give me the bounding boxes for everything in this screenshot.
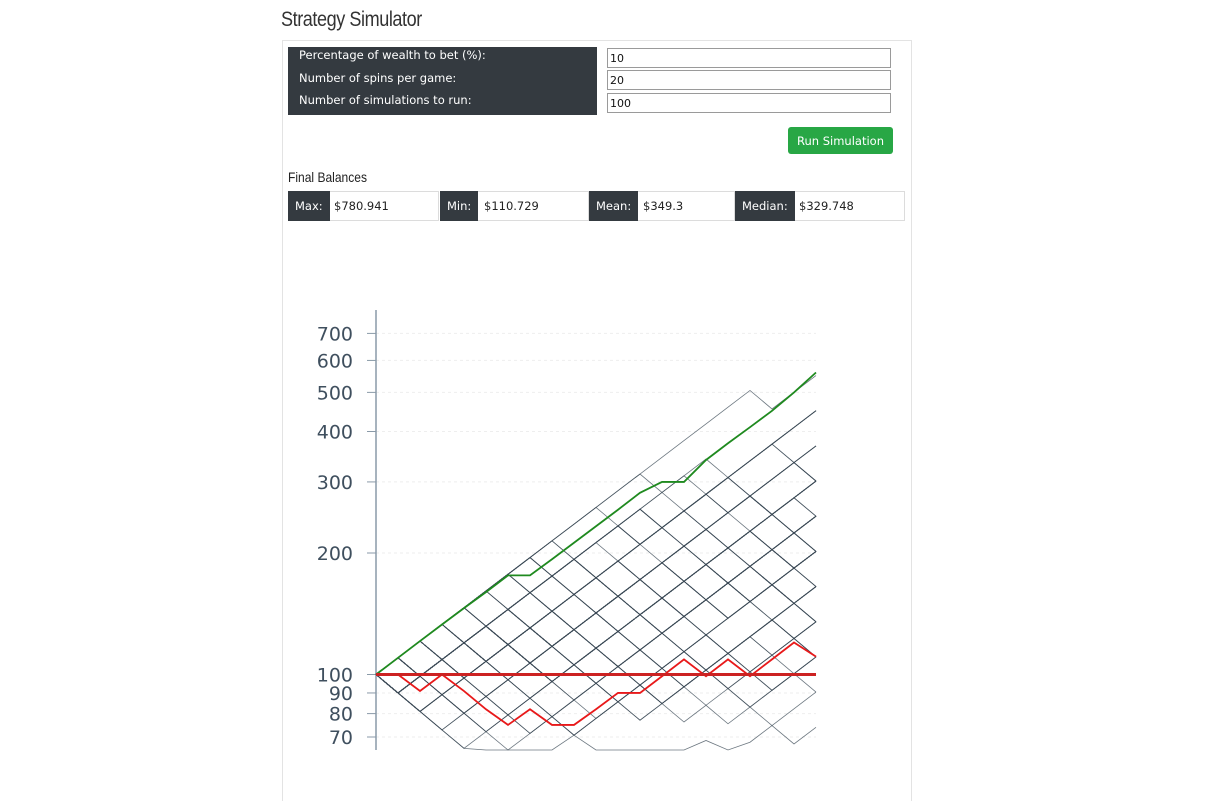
run-simulation-button[interactable]: Run Simulation [788,127,893,154]
y-tick-label: 600 [317,350,353,372]
simulation-line [375,513,817,675]
simulation-line [375,584,817,718]
stat-max-value: $780.941 [334,199,389,213]
stat-mean-value: $349.3 [643,199,684,213]
simulation-line [375,462,817,675]
simulation-line [375,513,817,694]
bet-percent-label: Percentage of wealth to bet (%): [299,48,486,62]
simulation-line [375,508,817,675]
simulation-line [375,562,817,679]
simulation-line [375,513,817,694]
simulation-line [375,621,817,712]
max-series-line [375,371,817,676]
spins-label: Number of spins per game: [299,71,457,85]
simulation-line [375,443,817,675]
simulation-line [375,510,817,675]
simulation-line [375,515,817,675]
simulation-line [375,480,817,694]
stat-min-label: Min: [440,191,479,221]
stat-median-label: Median: [735,191,795,221]
simulation-line [375,477,817,694]
simulation-line [375,586,817,683]
simulation-line [375,619,817,751]
stat-min: Min: $110.729 [440,191,589,221]
bet-percent-input[interactable] [607,48,891,68]
simulation-line [375,547,817,675]
simulation-line [375,532,817,677]
simulation-line [375,515,817,675]
simulation-line [375,480,817,677]
simulation-line [375,445,817,675]
simulation-line [375,565,817,749]
stat-median-value: $329.748 [799,199,854,213]
simulation-line [375,515,817,675]
y-tick-label: 500 [317,382,353,404]
simulation-line [375,508,817,675]
simulation-line [375,515,817,677]
simulation-line [375,462,817,675]
simulation-line [375,654,817,716]
y-tick-label: 100 [317,664,353,686]
simulation-line [375,551,817,684]
spins-input[interactable] [607,70,891,90]
stat-min-value: $110.729 [484,199,539,213]
simulation-line [375,515,817,712]
simulation-line [375,462,817,675]
y-tick-label: 400 [317,421,353,443]
simulation-line [375,549,817,714]
y-tick-label: 300 [317,472,353,494]
simulation-line [375,623,817,721]
simulation-line [375,586,817,683]
y-tick-label: 70 [329,727,353,749]
stat-mean-label: Mean: [589,191,639,221]
simulation-line [375,480,817,696]
stat-mean: Mean: $349.3 [589,191,735,221]
simulation-line [375,549,817,675]
simulation-line [375,565,817,675]
simulation-line [375,584,817,677]
simulation-line [375,480,817,694]
balance-chart: 708090100200300400500600700 [317,310,817,751]
simulation-line [375,410,817,679]
simulation-line [375,619,817,751]
simulation-line [375,580,817,696]
y-tick-label: 700 [317,323,353,345]
page-title: Strategy Simulator [281,8,422,31]
simulations-label: Number of simulations to run: [299,93,472,107]
y-tick-label: 80 [329,704,353,726]
simulation-line [375,445,817,694]
simulation-line [375,557,817,675]
simulation-line [375,582,817,712]
simulation-line [375,445,817,677]
simulation-line [375,532,817,675]
simulations-input[interactable] [607,93,891,113]
simulation-line [375,674,817,751]
simulation-line [375,515,817,675]
simulation-line [375,586,817,705]
simulation-line [375,375,817,675]
final-balances-title: Final Balances [288,169,367,185]
simulation-line [375,582,817,675]
simulation-line [375,565,817,712]
stat-median: Median: $329.748 [735,191,905,221]
stat-max: Max: $780.941 [288,191,439,221]
simulation-line [375,462,817,694]
stat-max-label: Max: [288,191,330,221]
y-tick-label: 200 [317,543,353,565]
simulation-line [375,515,817,677]
simulation-line [375,480,817,677]
